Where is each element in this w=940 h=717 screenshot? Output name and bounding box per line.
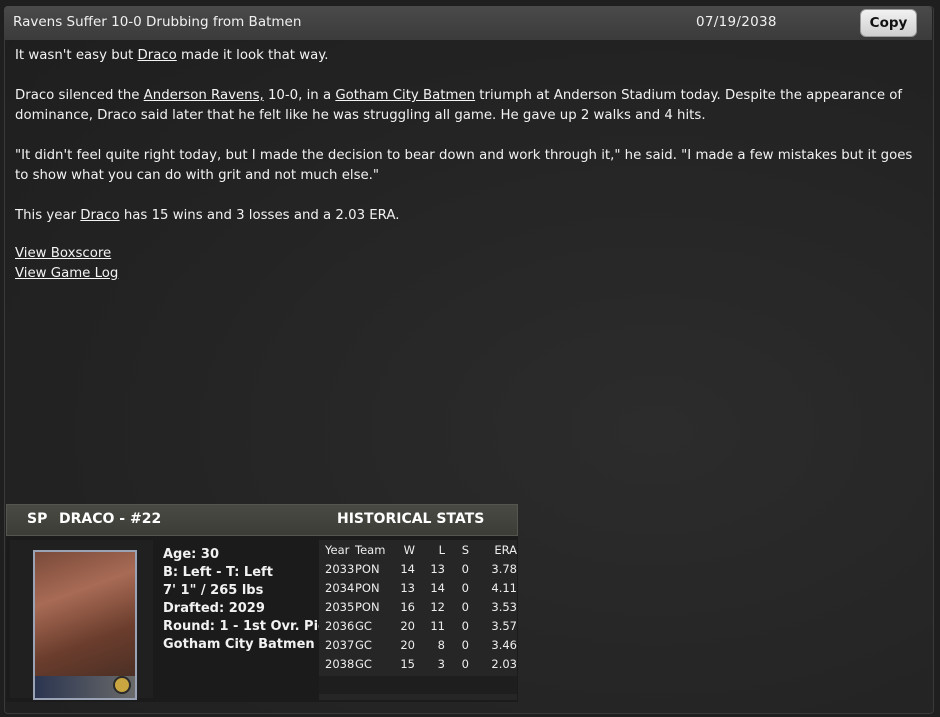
news-header-bar: Ravens Suffer 10-0 Drubbing from Batmen … bbox=[4, 6, 932, 40]
col-year: Year bbox=[325, 542, 350, 557]
player-drafted: Drafted: 2029 bbox=[163, 601, 265, 616]
table-row: 2036 GC 20 11 0 3.57 bbox=[325, 618, 517, 633]
article-paragraph-1: It wasn't easy but Draco made it look th… bbox=[15, 48, 329, 63]
player-card-header: SP DRACO - #22 HISTORICAL STATS bbox=[6, 504, 518, 536]
player-draft-round: Round: 1 - 1st Ovr. Pick bbox=[163, 619, 335, 634]
article-paragraph-4: This year Draco has 15 wins and 3 losses… bbox=[15, 208, 400, 223]
historical-stats-title: HISTORICAL STATS bbox=[337, 511, 485, 527]
historical-stats-table: Year Team W L S ERA 2033 PON 14 13 0 3.7… bbox=[319, 540, 517, 673]
news-date: 07/19/2038 bbox=[696, 14, 777, 30]
copy-button[interactable]: Copy bbox=[860, 9, 917, 37]
team-link-anderson-ravens[interactable]: Anderson Ravens, bbox=[144, 88, 264, 103]
player-age: Age: 30 bbox=[163, 547, 219, 562]
view-boxscore-link[interactable]: View Boxscore bbox=[15, 246, 111, 261]
table-row: 2035 PON 16 12 0 3.53 bbox=[325, 599, 517, 614]
col-s: S bbox=[461, 542, 469, 557]
player-bio: Age: 30 B: Left - T: Left 7' 1" / 265 lb… bbox=[163, 546, 334, 654]
col-w: W bbox=[403, 542, 415, 557]
player-link-draco-2[interactable]: Draco bbox=[80, 208, 119, 223]
team-seal-icon bbox=[113, 676, 131, 694]
player-position: SP bbox=[27, 511, 48, 527]
player-bats-throws: B: Left - T: Left bbox=[163, 565, 273, 580]
player-name[interactable]: DRACO - #22 bbox=[59, 511, 161, 527]
player-photo-area bbox=[10, 540, 153, 700]
stats-header-row: Year Team W L S ERA bbox=[319, 540, 517, 559]
headline: Ravens Suffer 10-0 Drubbing from Batmen bbox=[13, 14, 302, 30]
col-team: Team bbox=[355, 542, 386, 557]
col-era: ERA bbox=[494, 542, 517, 557]
player-photo[interactable] bbox=[33, 550, 137, 700]
article-actions: View Boxscore View Game Log bbox=[15, 244, 915, 284]
player-height-weight: 7' 1" / 265 lbs bbox=[163, 583, 264, 598]
view-game-log-link[interactable]: View Game Log bbox=[15, 266, 118, 281]
article-paragraph-3: "It didn't feel quite right today, but I… bbox=[15, 148, 913, 183]
table-row: 2038 GC 15 3 0 2.03 bbox=[325, 656, 517, 671]
team-link-gotham-city-batmen[interactable]: Gotham City Batmen bbox=[335, 88, 475, 103]
table-row: 2037 GC 20 8 0 3.46 bbox=[325, 637, 517, 652]
stats-footer-row bbox=[319, 676, 517, 694]
col-l: L bbox=[438, 542, 445, 557]
player-card: Age: 30 B: Left - T: Left 7' 1" / 265 lb… bbox=[6, 536, 518, 702]
article-paragraph-2: Draco silenced the Anderson Ravens, 10-0… bbox=[15, 88, 903, 123]
table-row: 2034 PON 13 14 0 4.11 bbox=[325, 580, 517, 595]
table-row: 2033 PON 14 13 0 3.78 bbox=[325, 561, 517, 576]
historical-stats-panel: Year Team W L S ERA 2033 PON 14 13 0 3.7… bbox=[319, 540, 517, 700]
player-team: Gotham City Batmen bbox=[163, 637, 315, 652]
article-body: It wasn't easy but Draco made it look th… bbox=[15, 46, 915, 284]
player-link-draco[interactable]: Draco bbox=[138, 48, 177, 63]
